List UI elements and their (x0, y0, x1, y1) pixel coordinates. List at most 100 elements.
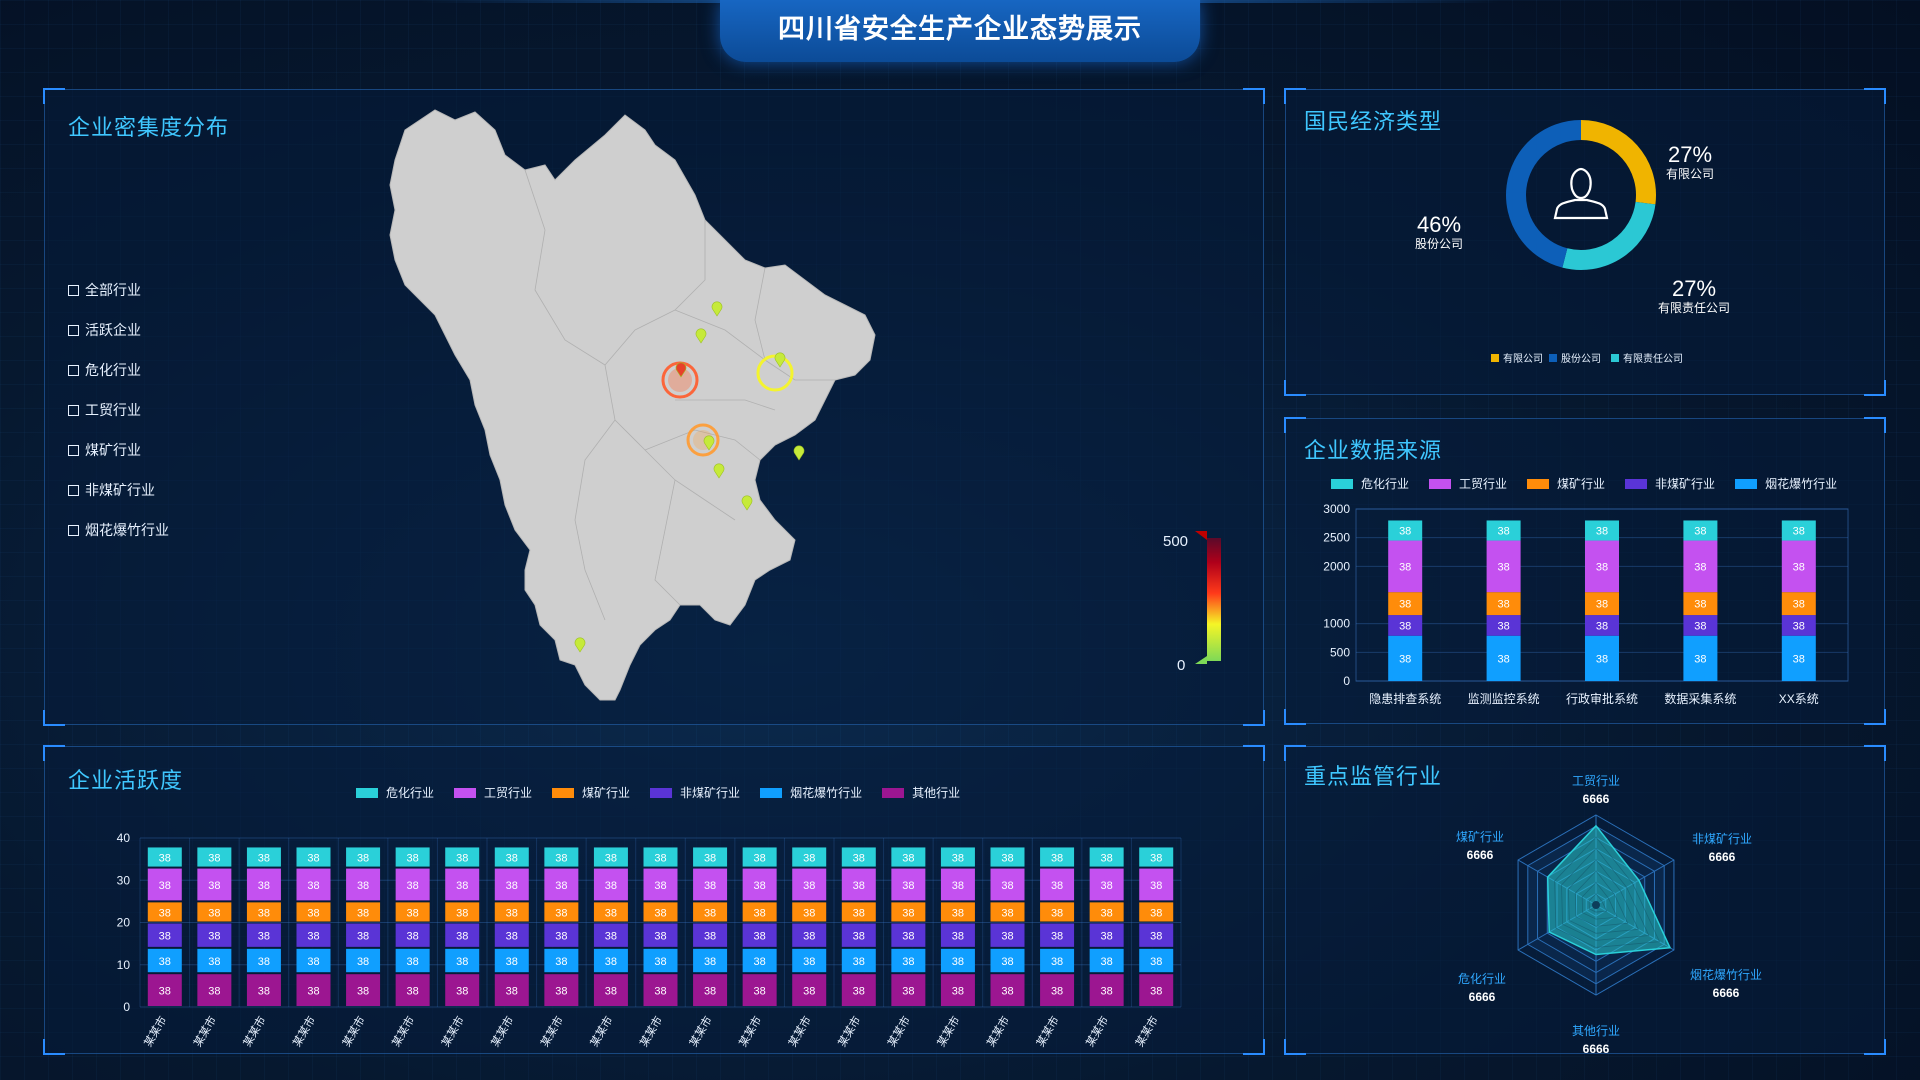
bar-data-label: 38 (1497, 526, 1509, 538)
bar-data-label: 38 (1150, 880, 1162, 892)
donut-slice[interactable] (1506, 120, 1582, 268)
donut-slice[interactable] (1580, 120, 1656, 205)
bar-data-label: 38 (208, 986, 220, 998)
filter-checkbox-6[interactable]: 烟花爆竹行业 (68, 510, 169, 550)
filter-label: 烟花爆竹行业 (85, 522, 169, 538)
filter-checkbox-0[interactable]: 全部行业 (68, 270, 169, 310)
bar-data-label: 38 (1150, 907, 1162, 919)
bar-data-label: 38 (754, 931, 766, 943)
bar-data-label: 38 (1101, 986, 1113, 998)
x-tick-label: 某某市 (934, 1014, 963, 1050)
bar-data-label: 38 (258, 853, 270, 865)
bar-data-label: 38 (654, 956, 666, 968)
x-tick-label: 某某市 (488, 1014, 517, 1050)
filter-checkbox-1[interactable]: 活跃企业 (68, 310, 169, 350)
bar-data-label: 38 (407, 956, 419, 968)
bar-data-label: 38 (307, 853, 319, 865)
bar-data-label: 38 (159, 880, 171, 892)
bar-data-label: 38 (902, 853, 914, 865)
bar-data-label: 38 (1793, 599, 1805, 611)
radar-axis-label: 非煤矿行业 (1692, 832, 1752, 846)
bar-data-label: 38 (1399, 526, 1411, 538)
filter-checkbox-2[interactable]: 危化行业 (68, 350, 169, 390)
bar-data-label: 38 (357, 880, 369, 892)
donut-legend-item[interactable]: 股份公司 (1549, 353, 1601, 365)
bar-data-label: 38 (506, 907, 518, 919)
filter-checkbox-4[interactable]: 煤矿行业 (68, 430, 169, 470)
bar-data-label: 38 (307, 956, 319, 968)
radar-axis-value: 6666 (1709, 850, 1736, 864)
y-tick-label: 30 (117, 873, 131, 887)
bar-data-label: 38 (1101, 907, 1113, 919)
x-tick-label: 某某市 (289, 1014, 318, 1050)
bar-data-label: 38 (1596, 653, 1608, 665)
donut-percent: 27% (1668, 142, 1712, 167)
filter-label: 非煤矿行业 (85, 482, 155, 498)
radar-center (1592, 901, 1600, 909)
bar-data-label: 38 (1051, 907, 1063, 919)
filter-checkbox-3[interactable]: 工贸行业 (68, 390, 169, 430)
bar-data-label: 38 (704, 880, 716, 892)
bar-data-label: 38 (1497, 653, 1509, 665)
bar-data-label: 38 (555, 986, 567, 998)
x-tick-label: 数据采集系统 (1664, 691, 1736, 706)
bar-data-label: 38 (902, 956, 914, 968)
bar-data-label: 38 (704, 986, 716, 998)
bar-data-label: 38 (159, 986, 171, 998)
x-tick-label: 某某市 (884, 1014, 913, 1050)
bar-data-label: 38 (357, 986, 369, 998)
bar-data-label: 38 (754, 880, 766, 892)
map-pin-icon[interactable] (793, 445, 805, 461)
bar-data-label: 38 (555, 956, 567, 968)
donut-slice-label: 股份公司 (1415, 237, 1463, 251)
radar-axis-value: 6666 (1713, 986, 1740, 1000)
filter-label: 活跃企业 (85, 322, 141, 338)
bar-data-label: 38 (1694, 599, 1706, 611)
bar-data-label: 38 (704, 853, 716, 865)
density-panel: 企业密集度分布 全部行业 活跃企业 危化行业 工贸行业 煤矿行业 非煤矿行业 烟花爆竹行业 (43, 88, 1265, 726)
donut-legend-item[interactable]: 有限责任公司 (1611, 352, 1683, 365)
checkbox-box[interactable] (68, 444, 79, 456)
bar-data-label: 38 (456, 956, 468, 968)
bar-data-label: 38 (654, 986, 666, 998)
bar-data-label: 38 (506, 853, 518, 865)
bar-data-label: 38 (1596, 561, 1608, 573)
checkbox-box[interactable] (68, 524, 79, 536)
x-tick-label: 某某市 (438, 1014, 467, 1050)
bar-data-label: 38 (704, 907, 716, 919)
checkbox-box[interactable] (68, 484, 79, 496)
radar-axis-label: 其他行业 (1572, 1024, 1620, 1038)
checkbox-box[interactable] (68, 404, 79, 416)
x-tick-label: 某某市 (636, 1014, 665, 1050)
bar-data-label: 38 (853, 853, 865, 865)
bar-data-label: 38 (952, 853, 964, 865)
donut-slice-label: 有限公司 (1666, 167, 1714, 181)
bar-data-label: 38 (456, 880, 468, 892)
x-tick-label: 某某市 (1083, 1014, 1112, 1050)
bar-data-label: 38 (654, 880, 666, 892)
checkbox-box[interactable] (68, 284, 79, 296)
bar-data-label: 38 (307, 907, 319, 919)
bar-data-label: 38 (258, 986, 270, 998)
bar-data-label: 38 (605, 880, 617, 892)
bar-data-label: 38 (952, 880, 964, 892)
bar-data-label: 38 (1596, 599, 1608, 611)
donut-legend-item[interactable]: 有限公司 (1491, 352, 1543, 365)
bar-data-label: 38 (754, 853, 766, 865)
bar-data-label: 38 (803, 956, 815, 968)
checkbox-box[interactable] (68, 324, 79, 336)
bar-data-label: 38 (506, 986, 518, 998)
filter-checkbox-5[interactable]: 非煤矿行业 (68, 470, 169, 510)
bar-data-label: 38 (853, 907, 865, 919)
bar-data-label: 38 (208, 956, 220, 968)
sichuan-map[interactable] (375, 100, 1095, 720)
x-tick-label: 某某市 (785, 1014, 814, 1050)
bar-data-label: 38 (605, 956, 617, 968)
y-tick-label: 10 (117, 958, 131, 972)
bar-data-label: 38 (1399, 653, 1411, 665)
bar-data-label: 38 (803, 853, 815, 865)
checkbox-box[interactable] (68, 364, 79, 376)
bar-data-label: 38 (159, 956, 171, 968)
bar-data-label: 38 (803, 931, 815, 943)
bar-data-label: 38 (1150, 956, 1162, 968)
